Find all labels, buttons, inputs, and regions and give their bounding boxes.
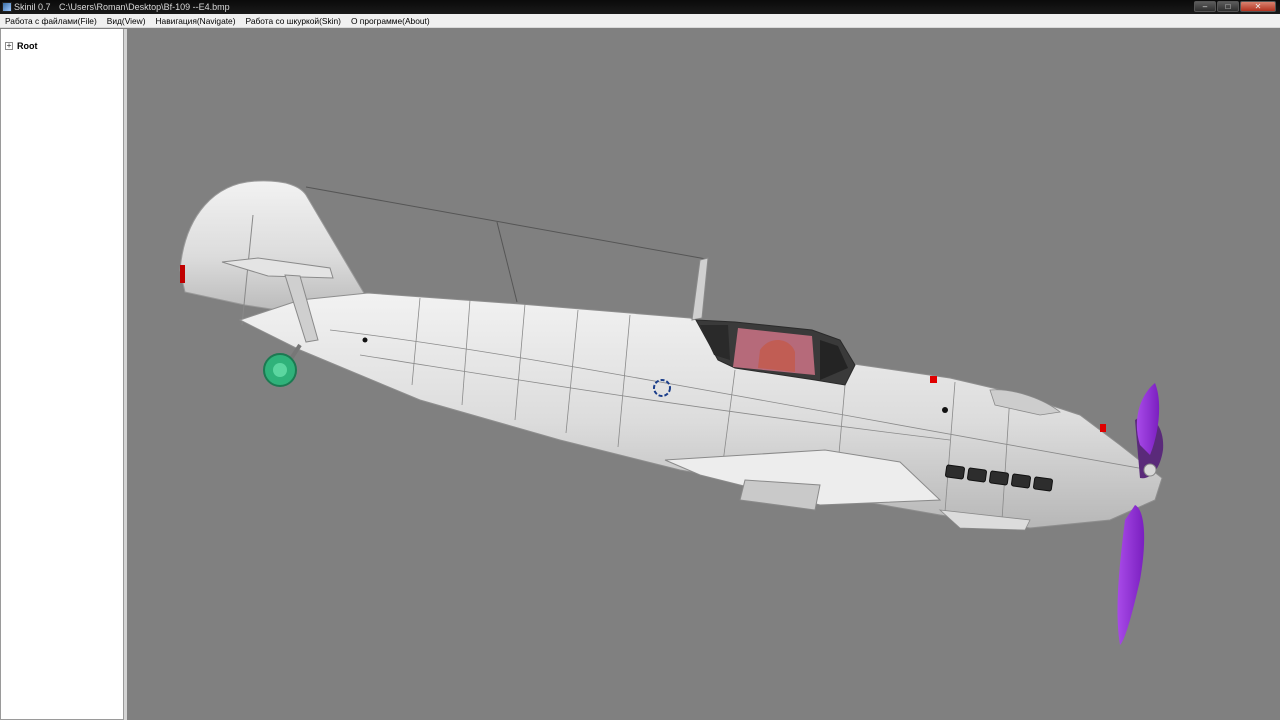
wing-underside	[739, 479, 821, 511]
tree-node-label: Root	[17, 41, 38, 51]
menu-navigate[interactable]: Навигация(Navigate)	[151, 14, 241, 27]
maximize-button[interactable]: □	[1217, 1, 1239, 12]
window-controls: – □ ✕	[1193, 1, 1276, 13]
antenna-wire	[305, 186, 707, 260]
antenna-mast-line	[496, 221, 518, 303]
menu-view[interactable]: Вид(View)	[102, 14, 151, 27]
close-button[interactable]: ✕	[1240, 1, 1276, 12]
propeller-blade-lower	[1117, 505, 1145, 645]
file-path: C:\Users\Roman\Desktop\Bf-109 --E4.bmp	[59, 2, 230, 12]
menu-skin[interactable]: Работа со шкуркой(Skin)	[241, 14, 346, 27]
tree-node-root[interactable]: + Root	[5, 41, 38, 51]
window-title: Skinil 0.7 C:\Users\Roman\Desktop\Bf-109…	[14, 0, 230, 14]
menu-bar: Работа с файлами(File) Вид(View) Навигац…	[0, 14, 1280, 28]
menu-about[interactable]: О программе(About)	[346, 14, 435, 27]
expand-icon[interactable]: +	[5, 42, 13, 50]
title-bar: Skinil 0.7 C:\Users\Roman\Desktop\Bf-109…	[0, 0, 1280, 14]
3d-viewport[interactable]	[127, 29, 1280, 720]
app-name: Skinil 0.7	[14, 2, 51, 12]
antenna-mast	[691, 257, 709, 321]
tree-panel[interactable]: + Root	[0, 29, 124, 720]
minimize-button[interactable]: –	[1194, 1, 1216, 12]
menu-file[interactable]: Работа с файлами(File)	[0, 14, 102, 27]
app-icon	[2, 2, 12, 12]
red-marker	[930, 376, 937, 383]
aircraft-model	[179, 180, 1164, 645]
